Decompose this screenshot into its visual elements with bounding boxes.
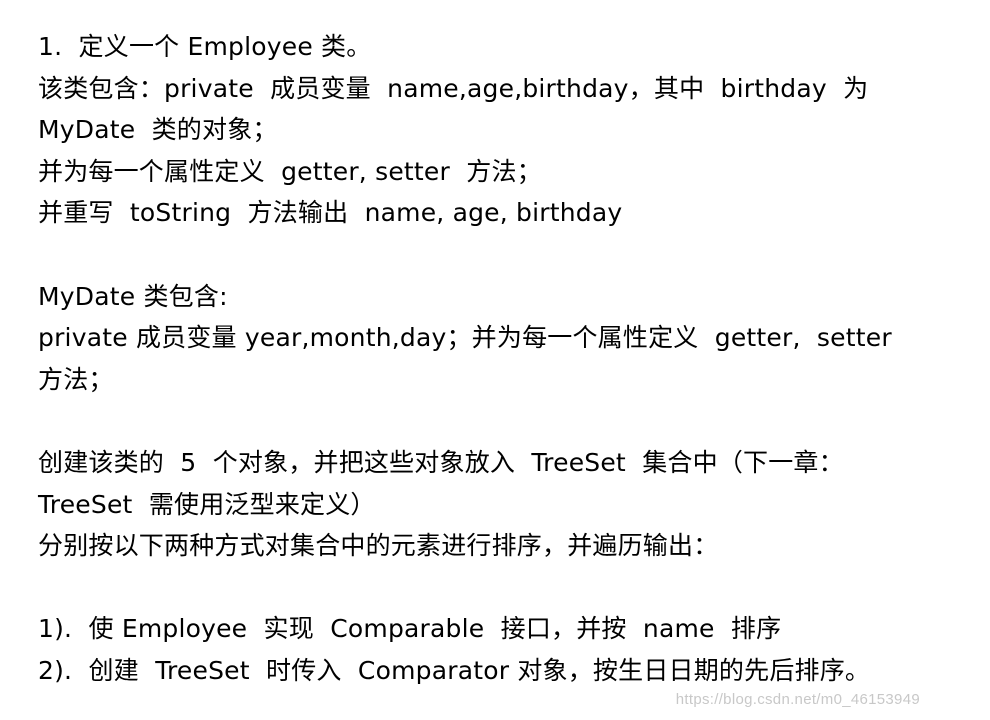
employee-desc-line-1: 该类包含：private 成员变量 name,age,birthday，其中 b… bbox=[38, 73, 869, 103]
document-body: 1. 定义一个 Employee 类。 该类包含：private 成员变量 na… bbox=[38, 26, 958, 692]
employee-desc-line-4: 并重写 toString 方法输出 name, age, birthday bbox=[38, 198, 623, 228]
task-desc-line-2: TreeSet 需使用泛型来定义） bbox=[38, 489, 376, 519]
employee-desc-line-2: MyDate 类的对象； bbox=[38, 115, 278, 145]
section-title: 1. 定义一个 Employee 类。 bbox=[38, 32, 372, 61]
watermark: https://blog.csdn.net/m0_46153949 bbox=[675, 691, 920, 708]
mydate-desc-line-2: private 成员变量 year,month,day；并为每一个属性定义 ge… bbox=[38, 323, 892, 353]
requirement-1: 1). 使 Employee 实现 Comparable 接口，并按 name … bbox=[38, 614, 782, 644]
requirement-2: 2). 创建 TreeSet 时传入 Comparator 对象，按生日日期的先… bbox=[38, 655, 871, 685]
mydate-desc-line-3: 方法； bbox=[38, 364, 114, 394]
task-desc-line-3: 分别按以下两种方式对集合中的元素进行排序，并遍历输出： bbox=[38, 531, 719, 561]
task-desc-line-1: 创建该类的 5 个对象，并把这些对象放入 TreeSet 集合中（下一章： bbox=[38, 447, 844, 477]
employee-desc-line-3: 并为每一个属性定义 getter, setter 方法； bbox=[38, 156, 542, 186]
mydate-desc-line-1: MyDate 类包含: bbox=[38, 281, 228, 311]
